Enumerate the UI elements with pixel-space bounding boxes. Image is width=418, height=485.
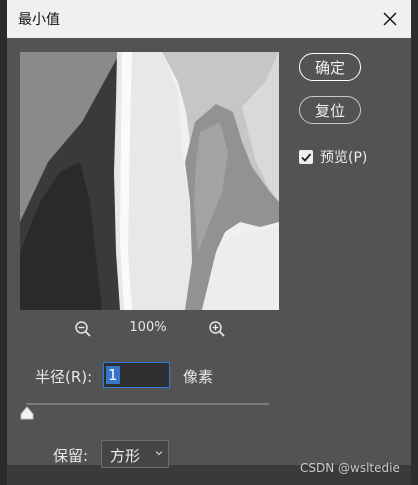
reset-button[interactable]: 复位: [299, 96, 361, 124]
preview-image-graphic: [20, 52, 279, 310]
close-button[interactable]: [375, 4, 405, 34]
preview-image[interactable]: [20, 52, 279, 310]
minimum-filter-dialog: 最小值 100% 确定 复位 预览(P) 半径(R): 1 像素 保留: 方形: [7, 0, 411, 468]
reset-button-label: 复位: [314, 101, 345, 120]
ok-button-label: 确定: [314, 58, 345, 77]
preserve-select[interactable]: 方形: [101, 440, 169, 468]
preview-checkbox[interactable]: 预览(P): [299, 147, 367, 167]
radius-unit: 像素: [183, 368, 214, 386]
zoom-out-icon: [75, 321, 91, 337]
background-left: [0, 0, 7, 485]
dialog-title: 最小值: [18, 12, 60, 28]
preserve-select-value: 方形: [110, 447, 141, 465]
background-right: [411, 0, 418, 485]
watermark-text: CSDN @wsltedie: [300, 461, 400, 475]
radius-value[interactable]: 1: [106, 366, 120, 384]
ok-button[interactable]: 确定: [299, 53, 361, 81]
preview-checkbox-label: 预览(P): [320, 150, 368, 166]
radius-slider-track[interactable]: [26, 403, 269, 405]
zoom-in-icon: [209, 321, 225, 337]
preserve-label: 保留:: [53, 447, 89, 465]
radius-label: 半径(R):: [35, 368, 93, 386]
chevron-down-icon: [155, 451, 163, 456]
zoom-out-button[interactable]: [72, 318, 94, 340]
zoom-level: 100%: [129, 320, 167, 335]
zoom-in-button[interactable]: [206, 318, 228, 340]
title-bar: 最小值: [7, 0, 411, 38]
checkmark-icon: [301, 153, 312, 162]
radius-slider-thumb[interactable]: [20, 406, 34, 420]
checkbox-box[interactable]: [299, 150, 313, 164]
screenshot-canvas: 最小值 100% 确定 复位 预览(P) 半径(R): 1 像素 保留: 方形 …: [0, 0, 418, 485]
close-icon: [383, 12, 397, 26]
zoom-controls: 100%: [20, 318, 279, 340]
